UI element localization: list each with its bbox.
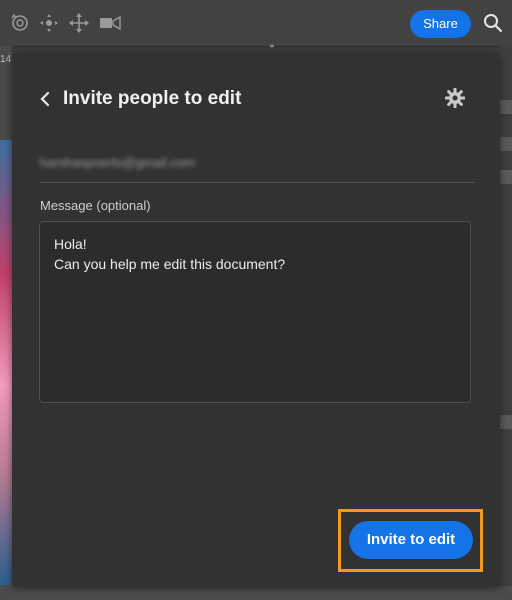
- bottom-panel-edge: [0, 586, 512, 600]
- right-panel-marker: [500, 137, 512, 151]
- canvas-photo-edge: [0, 140, 12, 585]
- pan-arrows-icon[interactable]: [68, 12, 90, 34]
- message-label: Message (optional): [40, 198, 151, 213]
- invite-to-edit-button[interactable]: Invite to edit: [349, 521, 473, 559]
- top-toolbar: Share: [0, 0, 512, 47]
- message-line: Hola!: [54, 236, 87, 252]
- move-icon[interactable]: [38, 12, 60, 34]
- search-icon[interactable]: [483, 13, 503, 33]
- left-tab-label: 14: [0, 54, 12, 65]
- rotate-view-icon[interactable]: [9, 12, 31, 34]
- share-button[interactable]: Share: [410, 10, 471, 38]
- right-panel-marker: [500, 170, 512, 184]
- right-panel-marker: [500, 415, 512, 429]
- invite-dialog: Invite people to edit harshaspoerts@gmai…: [12, 54, 500, 586]
- right-panel-marker: [500, 100, 512, 114]
- video-icon[interactable]: [98, 12, 121, 34]
- message-line: Can you help me edit this document?: [54, 256, 286, 272]
- email-value: harshaspoerts@gmail.com: [40, 155, 195, 170]
- back-chevron-icon[interactable]: [38, 90, 52, 108]
- message-textarea[interactable]: Hola! Can you help me edit this document…: [39, 221, 471, 403]
- dialog-title: Invite people to edit: [63, 88, 242, 109]
- right-panel-edge: [500, 46, 512, 600]
- email-field[interactable]: harshaspoerts@gmail.com: [40, 150, 474, 183]
- gear-icon[interactable]: [444, 87, 466, 109]
